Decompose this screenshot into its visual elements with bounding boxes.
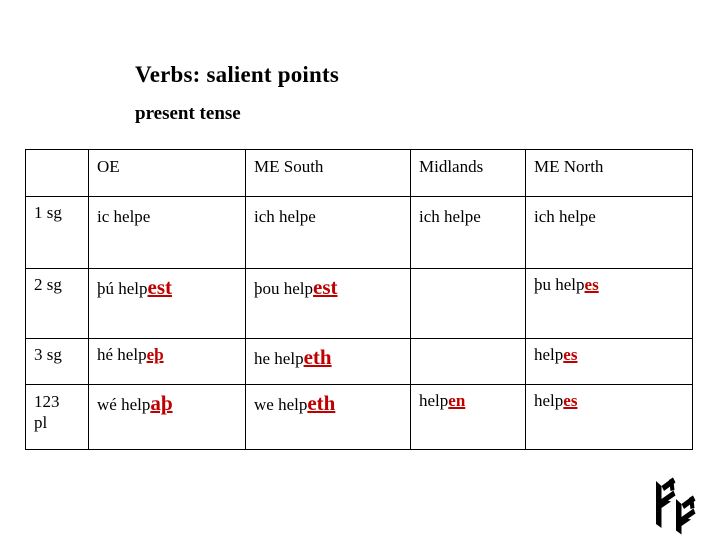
row-label-123pl: 123 pl bbox=[25, 384, 89, 450]
cell-stem: hé help bbox=[97, 345, 147, 364]
cell-123pl-me-north: helpes bbox=[525, 384, 693, 450]
row-label-3sg: 3 sg bbox=[25, 338, 89, 385]
column-header-blank bbox=[25, 149, 89, 197]
row-label-1sg: 1 sg bbox=[25, 196, 89, 269]
cell-stem: we help bbox=[254, 395, 308, 414]
cell-ending: es bbox=[584, 275, 599, 294]
cell-2sg-oe: þú helpest bbox=[88, 268, 246, 339]
cell-3sg-me-north: helpes bbox=[525, 338, 693, 385]
cell-ending: est bbox=[313, 275, 338, 299]
cell-stem: ich helpe bbox=[534, 207, 596, 226]
column-header-me-north: ME North bbox=[525, 149, 693, 197]
cell-3sg-oe: hé helpeþ bbox=[88, 338, 246, 385]
table-row: 2 sg þú helpest þou helpest þu helpes bbox=[25, 268, 693, 339]
cell-stem: ic helpe bbox=[97, 207, 151, 226]
page-subtitle: present tense bbox=[135, 103, 241, 124]
cell-ending: en bbox=[448, 391, 466, 410]
cell-ending: eþ bbox=[146, 345, 164, 364]
cell-1sg-me-north: ich helpe bbox=[525, 196, 693, 269]
cell-2sg-me-north: þu helpes bbox=[525, 268, 693, 339]
cell-2sg-midlands bbox=[410, 268, 526, 339]
cell-123pl-midlands: helpen bbox=[410, 384, 526, 450]
cell-ending: eth bbox=[307, 391, 336, 415]
cell-stem: wé help bbox=[97, 395, 151, 414]
page-title: Verbs: salient points bbox=[135, 62, 339, 87]
cell-stem: ich helpe bbox=[419, 207, 481, 226]
cell-ending: est bbox=[147, 275, 173, 299]
column-header-oe: OE bbox=[88, 149, 246, 197]
cell-123pl-me-south: we helpeth bbox=[245, 384, 411, 450]
cell-ending: es bbox=[563, 391, 578, 410]
cell-1sg-midlands: ich helpe bbox=[410, 196, 526, 269]
cell-stem: ich helpe bbox=[254, 207, 316, 226]
cell-stem: þu help bbox=[534, 275, 585, 294]
rune-glyph-icon bbox=[656, 477, 696, 535]
cell-2sg-me-south: þou helpest bbox=[245, 268, 411, 339]
table-row: 3 sg hé helpeþ he helpeth helpes bbox=[25, 338, 693, 385]
table-row: 1 sg ic helpe ich helpe ich helpe ich he… bbox=[25, 196, 693, 269]
cell-1sg-oe: ic helpe bbox=[88, 196, 246, 269]
slide-canvas: Verbs: salient points present tense OE M… bbox=[0, 0, 720, 540]
column-header-midlands: Midlands bbox=[410, 149, 526, 197]
cell-ending: aþ bbox=[150, 391, 173, 415]
cell-stem: he help bbox=[254, 349, 304, 368]
cell-stem: help bbox=[534, 391, 564, 410]
cell-3sg-me-south: he helpeth bbox=[245, 338, 411, 385]
cell-stem: help bbox=[419, 391, 449, 410]
verb-conjugation-table: OE ME South Midlands ME North 1 sg ic he… bbox=[25, 149, 693, 450]
table-header-row: OE ME South Midlands ME North bbox=[25, 149, 693, 197]
cell-123pl-oe: wé helpaþ bbox=[88, 384, 246, 450]
cell-stem: þú help bbox=[97, 279, 148, 298]
cell-3sg-midlands bbox=[410, 338, 526, 385]
cell-stem: þou help bbox=[254, 279, 314, 298]
table-row: 123 pl wé helpaþ we helpeth helpen helpe… bbox=[25, 384, 693, 450]
cell-ending: es bbox=[563, 345, 578, 364]
cell-stem: help bbox=[534, 345, 564, 364]
cell-ending: eth bbox=[303, 345, 332, 369]
cell-1sg-me-south: ich helpe bbox=[245, 196, 411, 269]
column-header-me-south: ME South bbox=[245, 149, 411, 197]
row-label-2sg: 2 sg bbox=[25, 268, 89, 339]
